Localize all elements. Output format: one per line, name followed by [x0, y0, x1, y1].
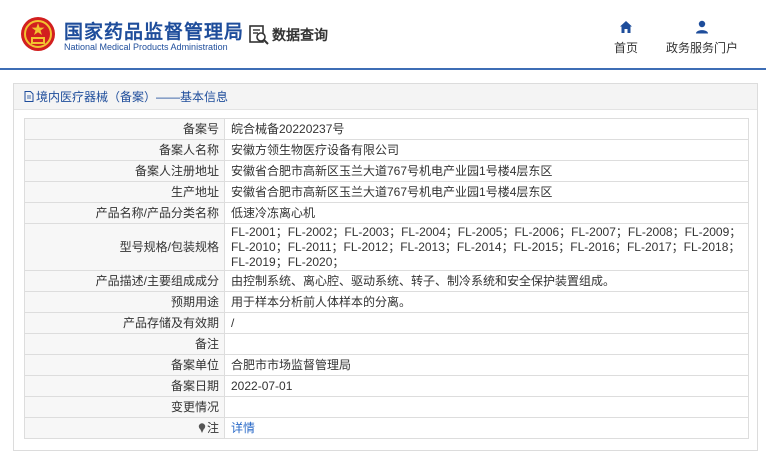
table-row: 产品描述/主要组成成分 由控制系统、离心腔、驱动系统、转子、制冷系统和安全保护装置…	[24, 270, 749, 292]
field-value: 2022-07-01	[224, 375, 749, 397]
field-label: 生产地址	[24, 181, 225, 203]
table-row: 变更情况	[24, 396, 749, 418]
nav-service-label: 政务服务门户	[665, 41, 738, 55]
field-value: 由控制系统、离心腔、驱动系统、转子、制冷系统和安全保护装置组成。	[224, 270, 749, 292]
field-value: 合肥市市场监督管理局	[224, 354, 749, 376]
field-label: 备案人注册地址	[24, 160, 225, 182]
field-value: 详情	[224, 417, 749, 439]
site-title: 国家药品监督管理局	[64, 22, 245, 43]
table-row: 预期用途 用于样本分析前人体样本的分离。	[24, 291, 749, 313]
field-value: 安徽方领生物医疗设备有限公司	[224, 139, 749, 161]
field-label: 变更情况	[24, 396, 225, 418]
field-label: 备案人名称	[24, 139, 225, 161]
field-label: 注	[24, 417, 225, 439]
field-label: 预期用途	[24, 291, 225, 313]
field-value	[224, 333, 749, 355]
data-query-link[interactable]: 数据查询	[248, 24, 328, 46]
field-value: FL-2001；FL-2002；FL-2003；FL-2004；FL-2005；…	[224, 223, 749, 271]
field-label: 产品存储及有效期	[24, 312, 225, 334]
search-document-icon	[249, 25, 269, 45]
table-row: 注 详情	[24, 417, 749, 439]
detail-table: 备案号 皖合械备20220237号 备案人名称 安徽方领生物医疗设备有限公司 备案人…	[24, 118, 749, 439]
field-value: 皖合械备20220237号	[224, 118, 749, 140]
nav-home[interactable]: 首页	[608, 20, 644, 57]
field-label: 产品描述/主要组成成分	[24, 270, 225, 292]
field-label: 备案单位	[24, 354, 225, 376]
table-row: 备案日期 2022-07-01	[24, 375, 749, 397]
table-row: 产品存储及有效期 /	[24, 312, 749, 334]
field-label: 备案号	[24, 118, 225, 140]
table-row: 备案单位 合肥市市场监督管理局	[24, 354, 749, 376]
table-row: 备案人注册地址 安徽省合肥市高新区玉兰大道767号机电产业园1号楼4层东区	[24, 160, 749, 182]
national-emblem-icon	[21, 17, 55, 51]
panel-title: 境内医疗器械（备案）——基本信息	[36, 90, 229, 104]
data-query-label: 数据查询	[272, 27, 328, 43]
field-value: 安徽省合肥市高新区玉兰大道767号机电产业园1号楼4层东区	[224, 181, 749, 203]
table-row: 备注	[24, 333, 749, 355]
field-label: 产品名称/产品分类名称	[24, 202, 225, 224]
site-subtitle: National Medical Products Administration	[64, 42, 228, 52]
field-value: 安徽省合肥市高新区玉兰大道767号机电产业园1号楼4层东区	[224, 160, 749, 182]
table-row: 型号规格/包装规格 FL-2001；FL-2002；FL-2003；FL-2004…	[24, 223, 749, 271]
home-icon	[620, 21, 632, 33]
pin-icon	[198, 422, 206, 433]
field-value	[224, 396, 749, 418]
table-row: 生产地址 安徽省合肥市高新区玉兰大道767号机电产业园1号楼4层东区	[24, 181, 749, 203]
field-label: 型号规格/包装规格	[24, 223, 225, 271]
table-row: 备案号 皖合械备20220237号	[24, 118, 749, 140]
field-value: 用于样本分析前人体样本的分离。	[224, 291, 749, 313]
user-icon	[696, 20, 708, 34]
field-label: 备案日期	[24, 375, 225, 397]
field-value: 低速冷冻离心机	[224, 202, 749, 224]
panel-header: 境内医疗器械（备案）——基本信息	[14, 84, 757, 110]
table-row: 产品名称/产品分类名称 低速冷冻离心机	[24, 202, 749, 224]
field-label: 备注	[24, 333, 225, 355]
field-value: /	[224, 312, 749, 334]
nav-service-portal[interactable]: 政务服务门户	[662, 20, 742, 57]
table-row: 备案人名称 安徽方领生物医疗设备有限公司	[24, 139, 749, 161]
site-header: 国家药品监督管理局 National Medical Products Admi…	[0, 0, 766, 70]
nav-home-label: 首页	[613, 41, 638, 55]
document-icon	[24, 91, 34, 102]
details-link[interactable]: 详情	[231, 421, 255, 435]
note-label: 注	[206, 420, 219, 435]
info-panel: 境内医疗器械（备案）——基本信息 备案号 皖合械备20220237号 备案人名称安…	[13, 83, 758, 451]
